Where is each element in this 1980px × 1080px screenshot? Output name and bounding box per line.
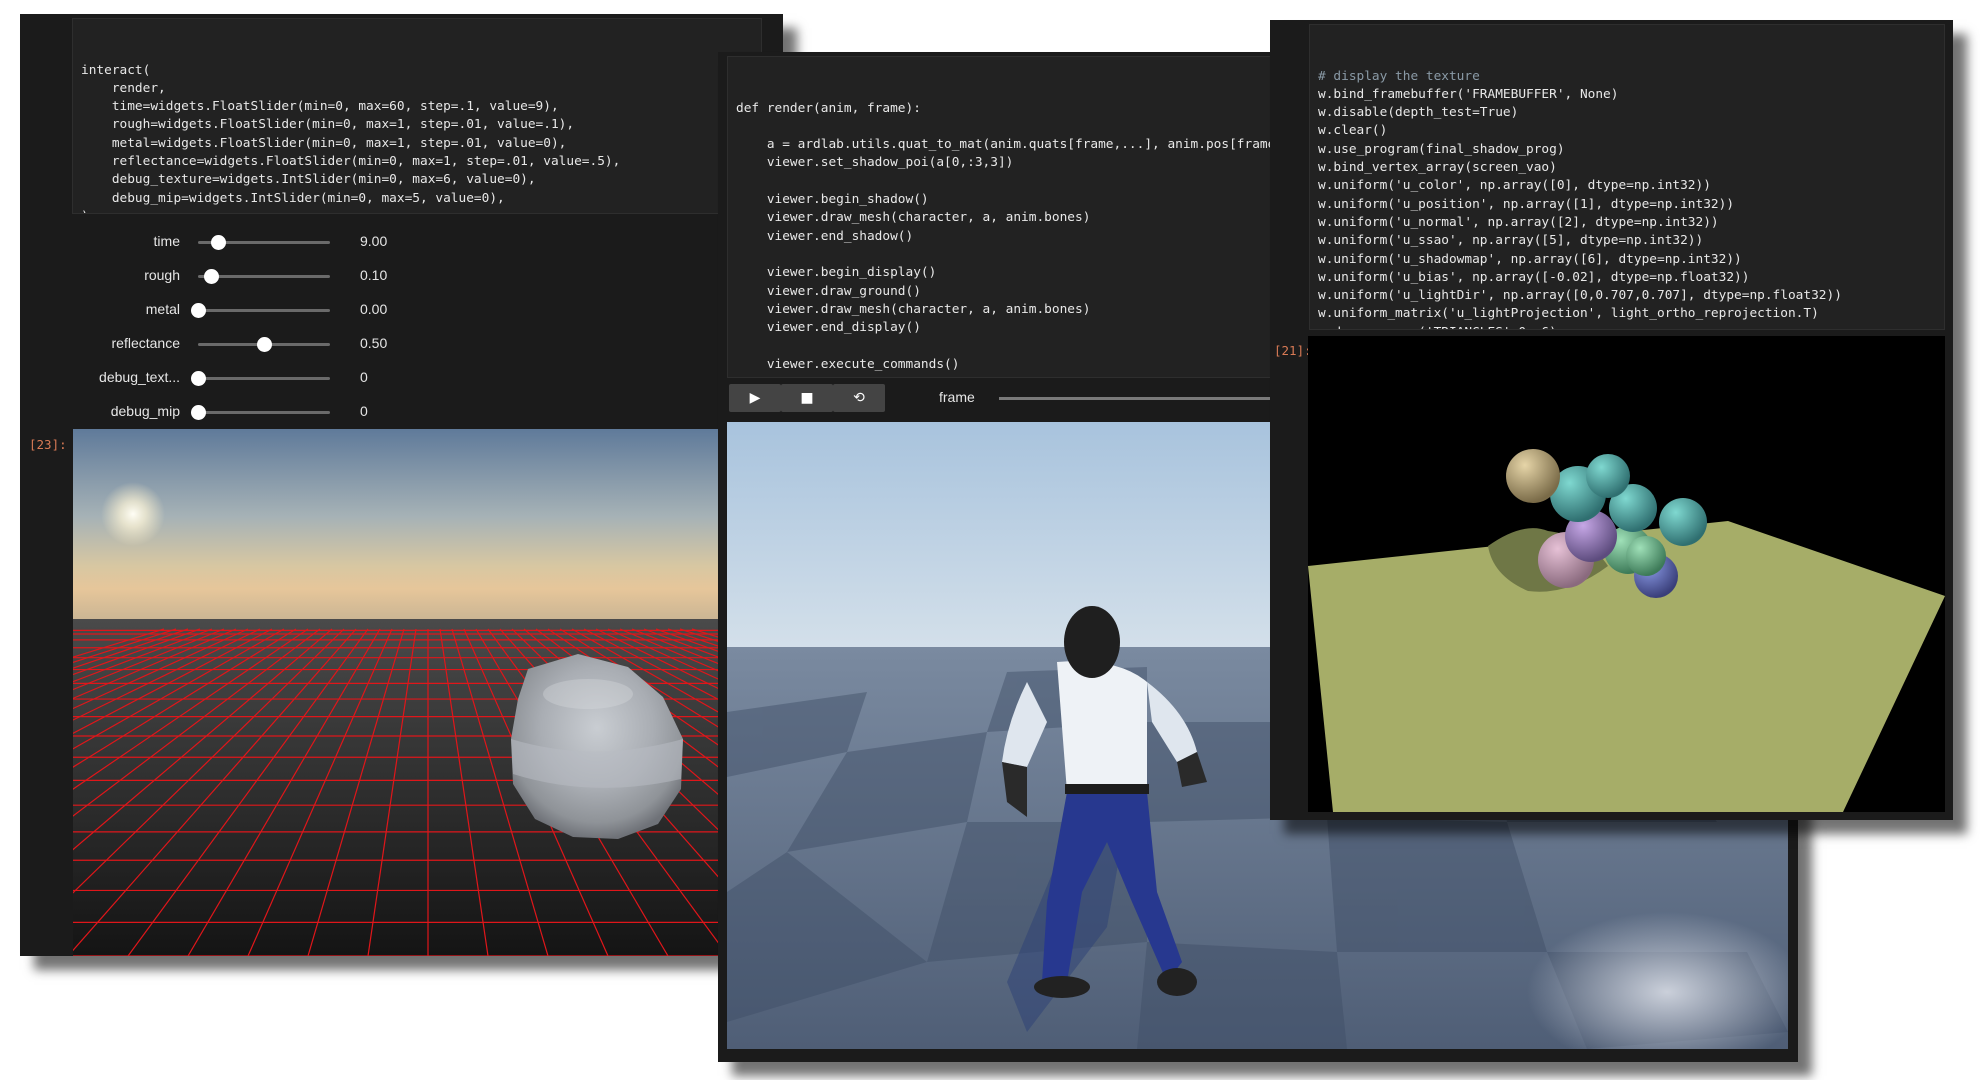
slider-label: metal — [145, 301, 180, 317]
slider-thumb[interactable] — [191, 303, 206, 318]
code-line: w.uniform('u_position', np.array([1], dt… — [1318, 196, 1735, 212]
slider-label: debug_mip — [110, 403, 180, 419]
shadow-scene-canvas — [1308, 449, 1945, 812]
stop-button[interactable]: ■ — [781, 384, 833, 412]
code-line: debug_mip=widgets.IntSlider(min=0, max=5… — [81, 190, 505, 206]
slider-label: debug_text... — [99, 369, 180, 385]
slider-track[interactable] — [191, 405, 330, 420]
code-line: w.use_program(final_shadow_prog) — [1318, 141, 1565, 157]
slider-row: rough 0.10 — [20, 264, 580, 288]
code-line: w.uniform('u_normal', np.array([2], dtyp… — [1318, 214, 1719, 230]
slider-thumb[interactable] — [191, 371, 206, 386]
code-line: viewer.end_shadow() — [736, 228, 914, 244]
code-line: render, — [81, 80, 166, 96]
slider-widget-group: time 9.00 rough 0.10 metal 0.00 reflectance 0.5… — [20, 224, 720, 434]
code-line: viewer.set_shadow_poi(a[0,:3,3]) — [736, 155, 1014, 171]
slider-row: reflectance 0.50 — [20, 332, 580, 356]
slider-value: 0.50 — [360, 335, 388, 351]
slider-track[interactable] — [191, 303, 330, 318]
code-line: w.bind_vertex_array(screen_vao) — [1318, 160, 1557, 176]
slider-thumb[interactable] — [257, 337, 272, 352]
code-line: w.uniform('u_ssao', np.array([5], dtype=… — [1318, 233, 1704, 249]
slider-label: reflectance — [111, 335, 180, 351]
play-button[interactable]: ▶ — [729, 384, 781, 412]
middle-code-cell[interactable]: def render(anim, frame): a = ardlab.util… — [727, 56, 1295, 378]
code-line: # display the texture — [1318, 68, 1480, 84]
slider-thumb[interactable] — [191, 405, 206, 420]
slider-label: time — [153, 233, 180, 249]
slider-value: 0 — [360, 369, 368, 385]
left-notebook-panel: interact( render, time=widgets.FloatSlid… — [20, 14, 783, 956]
code-line: viewer.begin_display() — [736, 265, 937, 281]
code-line: debug_texture=widgets.IntSlider(min=0, m… — [81, 172, 536, 188]
code-line: viewer.begin_shadow() — [736, 192, 929, 208]
loop-button[interactable]: ⟲ — [833, 384, 885, 412]
code-line: viewer.draw_ground() — [736, 283, 921, 299]
code-line: w.clear() — [1318, 123, 1388, 139]
code-line: w.uniform('u_color', np.array([0], dtype… — [1318, 178, 1711, 194]
pbr-render-output[interactable] — [73, 429, 783, 956]
play-icon: ▶ — [749, 390, 761, 406]
code-line: time=widgets.FloatSlider(min=0, max=60, … — [81, 99, 559, 115]
code-line: def render(anim, frame): — [736, 100, 921, 116]
code-line: metal=widgets.FloatSlider(min=0, max=1, … — [81, 135, 567, 151]
right-code-cell[interactable]: # display the texture w.bind_framebuffer(… — [1309, 24, 1945, 330]
output-prompt-right: [21]: — [1274, 343, 1312, 358]
output-prompt: [23]: — [29, 437, 67, 452]
pbr-scene-canvas — [73, 429, 783, 956]
slider-thumb[interactable] — [210, 235, 226, 250]
code-line: reflectance=widgets.FloatSlider(min=0, m… — [81, 154, 621, 170]
code-line: a = ardlab.utils.quat_to_mat(anim.quats[… — [736, 137, 1284, 153]
slider-track[interactable] — [191, 371, 330, 386]
code-line: w.draw_arrays('TRIANGLES',0, 6) — [1318, 324, 1936, 329]
code-line: w.uniform('u_shadowmap', np.array([6], d… — [1318, 251, 1742, 267]
code-line: w.disable(depth_test=True) — [1318, 105, 1519, 121]
code-line: rough=widgets.FloatSlider(min=0, max=1, … — [81, 117, 575, 133]
slider-row: metal 0.00 — [20, 298, 580, 322]
stop-icon: ■ — [800, 390, 814, 406]
code-line: ) — [81, 208, 753, 213]
slider-track[interactable] — [198, 235, 330, 250]
slider-value: 0.00 — [360, 301, 388, 317]
right-notebook-panel: # display the texture w.bind_framebuffer(… — [1270, 20, 1953, 820]
slider-row: debug_mip 0 — [20, 400, 580, 424]
left-code-cell[interactable]: interact( render, time=widgets.FloatSlid… — [72, 18, 762, 214]
slider-value: 0.10 — [360, 267, 388, 283]
code-line: viewer.end_display() — [736, 320, 921, 336]
code-line: viewer.draw_mesh(character, a, anim.bone… — [736, 301, 1091, 317]
slider-label: rough — [144, 267, 180, 283]
slider-value: 0 — [360, 403, 368, 419]
loop-icon: ⟲ — [853, 390, 865, 406]
slider-value: 9.00 — [360, 233, 388, 249]
slider-thumb[interactable] — [204, 269, 220, 284]
code-line: viewer.draw_mesh(character, a, anim.bone… — [736, 210, 1091, 226]
slider-row: debug_text... 0 — [20, 366, 580, 390]
frame-slider-track[interactable] — [999, 397, 1299, 400]
code-line: interact( — [81, 62, 151, 78]
code-line: w.uniform('u_bias', np.array([-0.02], dt… — [1318, 269, 1750, 285]
code-line: w.uniform_matrix('u_lightProjection', li… — [1318, 306, 1819, 322]
slider-track[interactable] — [198, 269, 330, 284]
code-line: w.uniform('u_lightDir', np.array([0,0.70… — [1318, 288, 1842, 304]
animation-player-bar: ▶ ■ ⟲ frame — [727, 382, 1299, 414]
code-line: w.bind_framebuffer('FRAMEBUFFER', None) — [1318, 86, 1619, 102]
code-line: viewer.execute_commands() — [736, 356, 960, 372]
slider-row: time 9.00 — [20, 230, 580, 254]
frame-label: frame — [939, 389, 975, 405]
shadow-render-output[interactable] — [1308, 336, 1945, 812]
slider-track[interactable] — [198, 337, 330, 352]
